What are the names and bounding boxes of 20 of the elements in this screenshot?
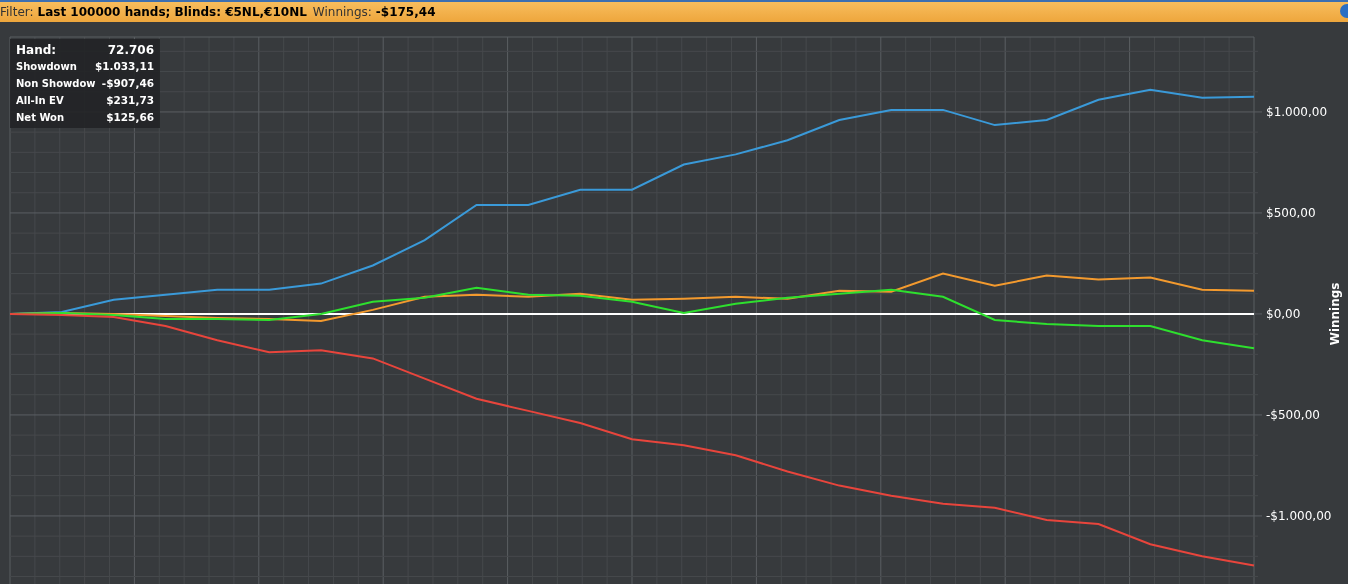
y-tick-label: $500,00	[1266, 205, 1316, 220]
stat-value: $1.033,11	[94, 58, 154, 74]
stat-label: Showdown	[16, 60, 77, 74]
y-tick-label: -$1.000,00	[1266, 508, 1332, 523]
stat-value: $231,73	[106, 92, 154, 108]
filter-label: Filter:	[0, 4, 34, 21]
stat-value: $125,66	[106, 109, 154, 125]
stat-value: -$907,46	[101, 75, 154, 91]
stat-value: 72.706	[107, 41, 154, 59]
y-tick-label: -$500,00	[1266, 407, 1320, 422]
filter-value: Last 100000 hands; Blinds: €5NL,€10NL	[37, 4, 307, 21]
stat-label: All-In EV	[16, 94, 64, 108]
stat-label: Non Showdow	[16, 77, 96, 91]
winnings-label: Winnings:	[312, 4, 372, 21]
y-axis-title: Winnings	[1328, 282, 1342, 346]
y-tick-label: $1.000,00	[1266, 104, 1328, 119]
stat-label: Hand:	[16, 41, 57, 59]
y-tick-label: $0,00	[1266, 306, 1301, 321]
stat-label: Net Won	[16, 111, 65, 125]
winnings-value: -$175,44	[375, 4, 436, 21]
